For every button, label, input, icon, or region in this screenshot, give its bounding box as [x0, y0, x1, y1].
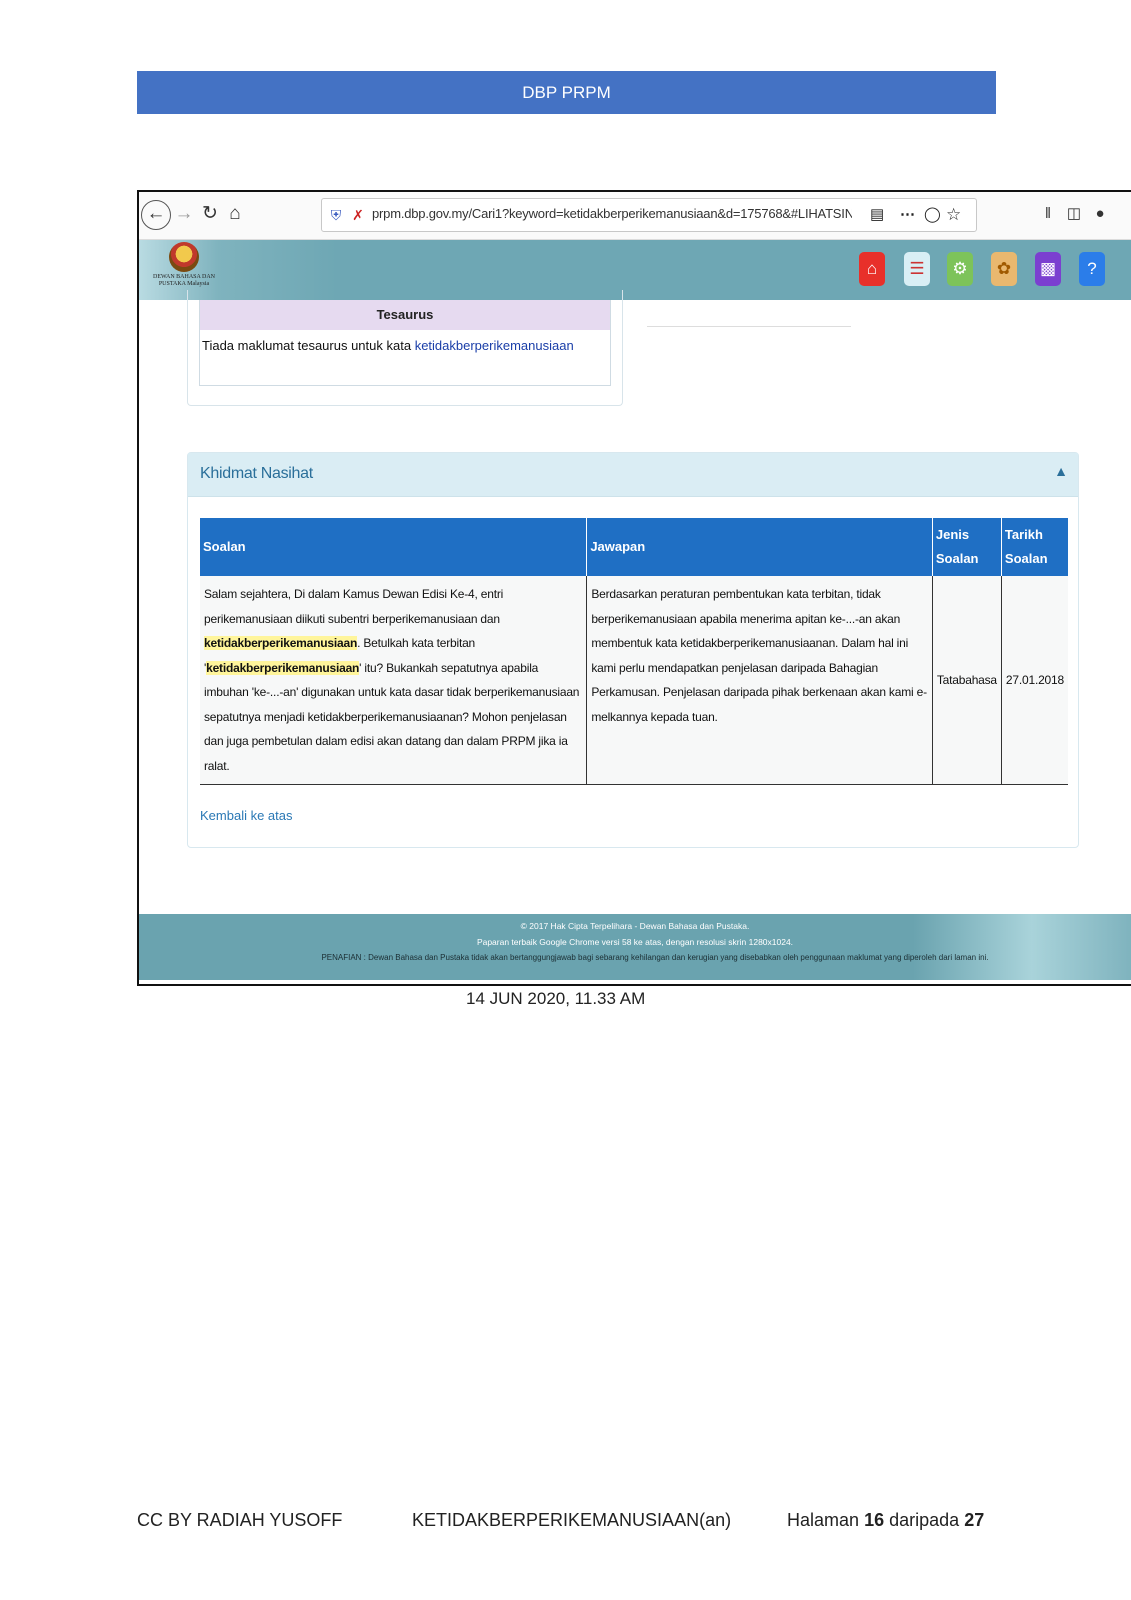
khidmat-nasihat-table: Soalan Jawapan Jenis Soalan Tarikh Soala… [200, 518, 1068, 785]
question-text-1: Salam sejahtera, Di dalam Kamus Dewan Ed… [204, 587, 504, 626]
dbp-emblem [169, 242, 199, 272]
tesaurus-box: Tesaurus Tiada maklumat tesaurus untuk k… [199, 300, 611, 386]
tesaurus-message: Tiada maklumat tesaurus untuk kata ketid… [200, 330, 610, 361]
answer-cell: Berdasarkan peraturan pembentukan kata t… [586, 576, 933, 785]
pocket-icon[interactable]: ◯ [924, 205, 944, 225]
reload-icon[interactable]: ↻ [199, 200, 221, 228]
footer-browser-note: Paparan terbaik Google Chrome versi 58 k… [476, 937, 794, 947]
footer-topic: KETIDAKBERPERIKEMANUSIAAN(an) [412, 1510, 732, 1530]
question-text-3: ' itu? Bukankah sepatutnya apabila imbuh… [204, 660, 580, 773]
nav-home-icon[interactable]: ⌂ [859, 252, 885, 286]
header-jawapan: Jawapan [586, 518, 933, 576]
chevron-up-icon[interactable]: ▲ [1054, 463, 1068, 479]
home-icon[interactable]: ⌂ [223, 200, 247, 228]
page-total: 27 [964, 1510, 985, 1530]
table-row: Salam sejahtera, Di dalam Kamus Dewan Ed… [200, 576, 1068, 785]
khidmat-nasihat-title: Khidmat Nasihat [200, 465, 313, 482]
question-highlight-1: ketidakberperikemanusiaan [204, 636, 358, 650]
khidmat-nasihat-panel: Khidmat Nasihat ▲ Soalan Jawapan Jenis S… [187, 452, 1079, 848]
shield-icon[interactable]: ⛨ [328, 205, 344, 225]
header-jenis-soalan: Jenis Soalan [932, 518, 1002, 576]
tesaurus-message-text: Tiada maklumat tesaurus untuk kata [202, 338, 412, 353]
reader-view-icon[interactable]: ▤ [870, 205, 890, 225]
back-to-top-link[interactable]: Kembali ke atas [200, 808, 293, 823]
library-icon[interactable]: ‖ [1037, 200, 1059, 228]
divider [647, 326, 851, 327]
question-highlight-2: ketidakberperikemanusiaan [206, 660, 360, 675]
document-header-title: DBP PRPM [522, 83, 611, 102]
more-icon[interactable]: ⋯ [900, 205, 920, 225]
tesaurus-keyword-link[interactable]: ketidakberperikemanusiaan [415, 338, 574, 353]
header-soalan: Soalan [200, 518, 588, 576]
nav-kamus-icon[interactable]: ☰ [904, 252, 930, 286]
footer-author: CC BY RADIAH YUSOFF [137, 1510, 343, 1530]
khidmat-nasihat-header[interactable]: Khidmat Nasihat ▲ [188, 453, 1078, 497]
page-content: Tesaurus Tiada maklumat tesaurus untuk k… [139, 290, 1131, 914]
document-header: DBP PRPM [137, 71, 996, 114]
nav-help-icon[interactable]: ? [1079, 252, 1105, 286]
page-separator: daripada [889, 1510, 960, 1530]
header-tarikh-soalan: Tarikh Soalan [1001, 518, 1068, 576]
page-current: 16 [864, 1510, 885, 1530]
sidebar-icon[interactable]: ◫ [1063, 200, 1085, 228]
nav-dbp-emblem-icon[interactable]: ✿ [991, 252, 1017, 286]
footer-disclaimer: PENAFIAN : Dewan Bahasa dan Pustaka tida… [321, 953, 989, 962]
url-text[interactable]: prpm.dbp.gov.my/Cari1?keyword=ketidakber… [372, 206, 852, 221]
browser-toolbar: ← → ↻ ⌂ ⛨ ✗ prpm.dbp.gov.my/Cari1?keywor… [139, 192, 1131, 240]
tarikh-soalan-cell: 27.01.2018 [1001, 576, 1068, 785]
insecure-lock-icon[interactable]: ✗ [350, 205, 366, 225]
forward-icon[interactable]: → [173, 200, 195, 228]
back-icon[interactable]: ← [141, 200, 171, 230]
question-cell: Salam sejahtera, Di dalam Kamus Dewan Ed… [200, 576, 588, 785]
document-footer: CC BY RADIAH YUSOFF KETIDAKBERPERIKEMANU… [0, 1510, 1131, 1534]
nav-info-icon[interactable]: ▩ [1035, 252, 1061, 286]
footer-page-number: Halaman 16 daripada 27 [787, 1510, 984, 1531]
account-icon[interactable]: ● [1089, 200, 1111, 228]
star-icon[interactable]: ☆ [946, 205, 966, 225]
screenshot-timestamp: 14 JUN 2020, 11.33 AM [466, 989, 646, 1008]
tesaurus-title: Tesaurus [200, 300, 610, 330]
logo-text: DEWAN BAHASA DAN PUSTAKA Malaysia [152, 274, 215, 287]
site-footer: © 2017 Hak Cipta Terpelihara - Dewan Bah… [139, 914, 1131, 980]
nav-makmal-icon[interactable]: ⚙ [947, 252, 973, 286]
page-prefix: Halaman [787, 1510, 860, 1530]
footer-copyright: © 2017 Hak Cipta Terpelihara - Dewan Bah… [520, 921, 750, 931]
table-header-row: Soalan Jawapan Jenis Soalan Tarikh Soala… [200, 518, 1068, 576]
url-bar[interactable]: ⛨ ✗ prpm.dbp.gov.my/Cari1?keyword=ketida… [321, 198, 977, 232]
browser-screenshot: ← → ↻ ⌂ ⛨ ✗ prpm.dbp.gov.my/Cari1?keywor… [137, 190, 1131, 986]
jenis-soalan-cell: Tatabahasa [932, 576, 1002, 785]
